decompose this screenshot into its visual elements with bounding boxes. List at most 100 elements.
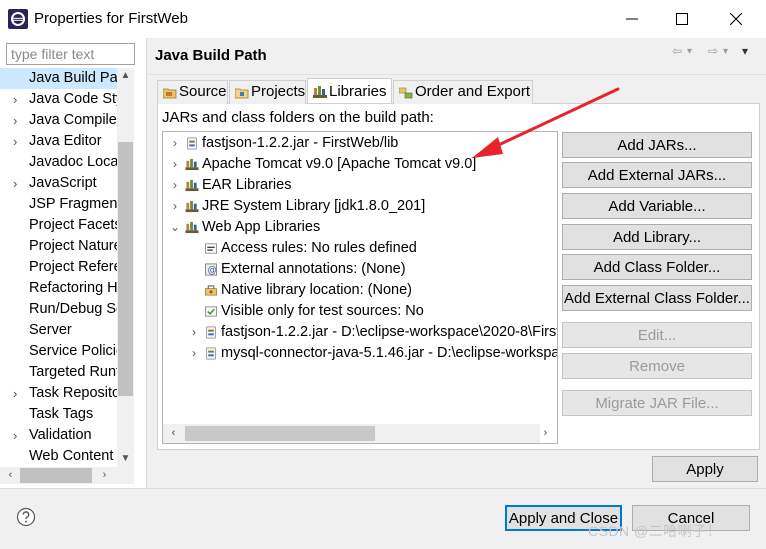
nav-item-jsp-fragment[interactable]: JSP Fragment <box>0 194 117 215</box>
nav-item-run-debug-settings[interactable]: Run/Debug Settings <box>0 299 117 320</box>
help-icon[interactable] <box>16 507 36 527</box>
jar-icon <box>205 326 217 339</box>
nav-item-label: Java Compiler <box>29 112 117 128</box>
maximize-button[interactable] <box>656 0 708 38</box>
tree-horizontal-scrollbar[interactable]: ‹ › <box>163 424 547 443</box>
chevron-right-icon[interactable]: › <box>188 343 200 364</box>
scroll-left-icon[interactable]: ‹ <box>2 467 19 484</box>
chevron-right-icon[interactable]: › <box>13 110 17 131</box>
scroll-down-icon[interactable]: ▼ <box>117 451 134 467</box>
tree-item-fastjson-1-2-2-jar-d-eclipse-workspace-2[interactable]: › fastjson-1.2.2.jar - D:\eclipse-workspa… <box>163 322 557 343</box>
nav-vertical-scroll-thumb[interactable] <box>118 142 133 396</box>
forward-arrow-icon[interactable]: ⇨ <box>708 44 718 58</box>
chevron-down-icon[interactable]: ⌄ <box>169 217 181 238</box>
nav-item-label: Validation <box>29 427 92 443</box>
nav-horizontal-scroll-thumb[interactable] <box>20 468 92 483</box>
chevron-right-icon[interactable]: › <box>169 196 181 217</box>
tree-item-label: JRE System Library [jdk1.8.0_201] <box>202 198 426 214</box>
back-arrow-icon[interactable]: ⇦ <box>672 44 682 58</box>
tree-item-web-app-libraries[interactable]: ⌄ Web App Libraries <box>163 217 540 238</box>
nav-item-java-code-style[interactable]: › Java Code Style <box>0 89 117 110</box>
add-class-folder-button[interactable]: Add Class Folder... <box>562 254 752 280</box>
nav-item-task-tags[interactable]: Task Tags <box>0 404 117 425</box>
tree-item-label: Apache Tomcat v9.0 [Apache Tomcat v9.0] <box>202 156 477 172</box>
add-external-class-folder-button[interactable]: Add External Class Folder... <box>562 285 752 311</box>
nav-item-project-facets[interactable]: Project Facets <box>0 215 117 236</box>
nav-vertical-scrollbar[interactable]: ▲ ▼ <box>117 68 134 467</box>
nav-item-service-policies[interactable]: Service Policies <box>0 341 117 362</box>
add-jars-button[interactable]: Add JARs... <box>562 132 752 158</box>
chevron-right-icon[interactable]: › <box>169 175 181 196</box>
nav-item-project-natures[interactable]: Project Natures <box>0 236 117 257</box>
tree-horizontal-scroll-thumb[interactable] <box>185 426 375 441</box>
nav-item-label: Task Tags <box>29 406 94 422</box>
tree-item-label: EAR Libraries <box>202 177 292 193</box>
tree-item-visible-only-for-test-sources-no[interactable]: Visible only for test sources: No <box>163 301 540 322</box>
tree-item-external-annotations-none[interactable]: @ External annotations: (None) <box>163 259 540 280</box>
nav-item-java-compiler[interactable]: › Java Compiler <box>0 110 117 131</box>
apply-button[interactable]: Apply <box>652 456 758 482</box>
nav-item-java-editor[interactable]: › Java Editor <box>0 131 117 152</box>
edit-button[interactable]: Edit... <box>562 322 752 348</box>
filter-input[interactable] <box>6 43 135 65</box>
nav-item-label: Java Editor <box>29 133 102 149</box>
nav-item-targeted-runtimes[interactable]: Targeted Runtimes <box>0 362 117 383</box>
view-menu-icon[interactable]: ▾ <box>742 44 748 58</box>
nav-horizontal-scrollbar[interactable]: ‹ › <box>0 467 134 484</box>
add-variable-button[interactable]: Add Variable... <box>562 193 752 219</box>
scroll-right-icon[interactable]: › <box>96 467 113 484</box>
tab-projects[interactable]: Projects <box>229 80 306 104</box>
annotations-icon: @ <box>205 263 217 276</box>
scroll-left-icon[interactable]: ‹ <box>165 425 182 442</box>
back-menu-icon[interactable]: ▾ <box>687 46 692 57</box>
chevron-right-icon[interactable]: › <box>13 131 17 152</box>
nav-item-label: Service Policies <box>29 343 117 359</box>
watermark: CSDN @二哈喇子！ <box>588 523 722 539</box>
access-rules-icon <box>205 243 217 254</box>
nav-item-project-references[interactable]: Project References <box>0 257 117 278</box>
close-button[interactable] <box>710 0 762 38</box>
history-navigation: ⇦ ▾ ⇨ ▾ ▾ <box>672 44 758 60</box>
migrate-jar-file-button[interactable]: Migrate JAR File... <box>562 390 752 416</box>
nav-item-javascript[interactable]: › JavaScript <box>0 173 117 194</box>
tab-source[interactable]: Source <box>157 80 228 104</box>
add-external-jars-button[interactable]: Add External JARs... <box>562 162 752 188</box>
order-export-icon <box>399 87 413 99</box>
scroll-up-icon[interactable]: ▲ <box>117 68 134 84</box>
forward-menu-icon[interactable]: ▾ <box>723 46 728 57</box>
tree-item-label: fastjson-1.2.2.jar - FirstWeb/lib <box>202 135 399 151</box>
chevron-right-icon[interactable]: › <box>13 89 17 110</box>
chevron-right-icon[interactable]: › <box>13 425 17 446</box>
tree-item-ear-libraries[interactable]: › EAR Libraries <box>163 175 540 196</box>
minimize-button[interactable] <box>606 0 658 38</box>
scroll-right-icon[interactable]: › <box>537 425 554 442</box>
tree-item-fastjson-1-2-2-jar-firstweb-lib[interactable]: › fastjson-1.2.2.jar - FirstWeb/lib <box>163 133 540 154</box>
tree-item-label: Access rules: No rules defined <box>221 240 417 256</box>
nav-item-java-build-path[interactable]: Java Build Path <box>0 68 117 89</box>
preference-nav-pane: Java Build Path › Java Code Style › Java Com… <box>0 38 146 488</box>
pane-divider[interactable] <box>146 38 147 488</box>
tree-item-native-library-location-none[interactable]: Native library location: (None) <box>163 280 540 301</box>
nav-item-label: Java Build Path <box>29 70 117 86</box>
preference-nav-list: Java Build Path › Java Code Style › Java Com… <box>0 68 117 467</box>
tree-item-mysql-connector-java-5-1-46-jar-d-eclips[interactable]: › mysql-connector-java-5.1.46.jar - D:\ec… <box>163 343 557 364</box>
nav-item-server[interactable]: Server <box>0 320 117 341</box>
tree-item-apache-tomcat-v9-0-apache-tomcat-v9-0[interactable]: › Apache Tomcat v9.0 [Apache Tomcat v9.0] <box>163 154 540 175</box>
tab-order-and-export[interactable]: Order and Export <box>393 80 533 104</box>
nav-item-web-content-settings[interactable]: Web Content Settings <box>0 446 117 467</box>
tree-item-jre-system-library-jdk1-8-0-201[interactable]: › JRE System Library [jdk1.8.0_201] <box>163 196 540 217</box>
remove-button[interactable]: Remove <box>562 353 752 379</box>
nav-item-task-repository[interactable]: › Task Repository <box>0 383 117 404</box>
nav-item-javadoc-location[interactable]: Javadoc Location <box>0 152 117 173</box>
chevron-right-icon[interactable]: › <box>169 133 181 154</box>
chevron-right-icon[interactable]: › <box>188 322 200 343</box>
tab-libraries[interactable]: Libraries <box>307 78 392 103</box>
chevron-right-icon[interactable]: › <box>13 383 17 404</box>
libraries-tree[interactable]: › fastjson-1.2.2.jar - FirstWeb/lib › Apach… <box>162 131 558 444</box>
tree-item-access-rules-no-rules-defined[interactable]: Access rules: No rules defined <box>163 238 540 259</box>
nav-item-refactoring-history[interactable]: Refactoring History <box>0 278 117 299</box>
add-library-button[interactable]: Add Library... <box>562 224 752 250</box>
chevron-right-icon[interactable]: › <box>13 173 17 194</box>
nav-item-validation[interactable]: › Validation <box>0 425 117 446</box>
chevron-right-icon[interactable]: › <box>169 154 181 175</box>
